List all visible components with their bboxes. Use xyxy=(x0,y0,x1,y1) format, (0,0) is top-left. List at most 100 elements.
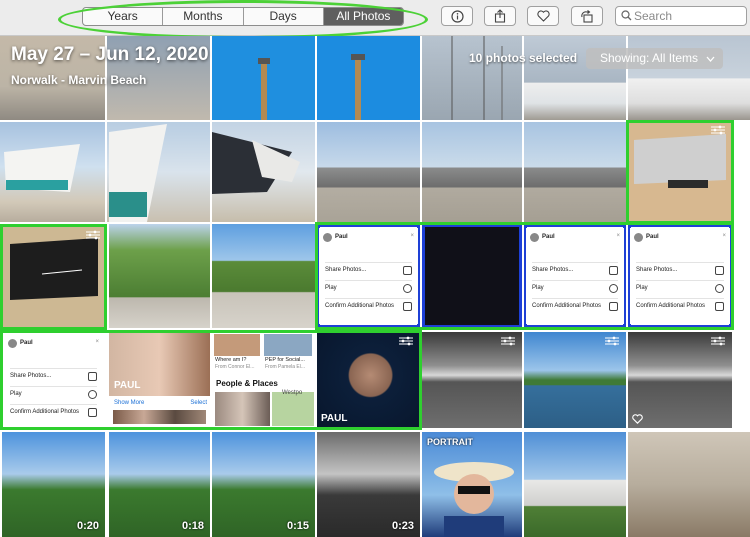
share-button[interactable] xyxy=(484,6,516,26)
photo-tile[interactable] xyxy=(107,122,210,222)
masts-photo xyxy=(451,36,503,120)
rotate-button[interactable] xyxy=(571,6,603,26)
share-icon xyxy=(609,266,618,275)
share-sheet: Paul × Share Photos... Play Confirm Addi… xyxy=(630,228,730,324)
photo-tile[interactable] xyxy=(628,122,732,222)
confirm-label[interactable]: Confirm Additional Photos xyxy=(10,409,79,415)
play-label[interactable]: Play xyxy=(10,391,22,397)
adjustments-icon xyxy=(711,336,725,346)
video-tile[interactable]: 0:18 xyxy=(109,432,210,537)
favorite-button[interactable] xyxy=(527,6,559,26)
photo-tile[interactable] xyxy=(524,332,626,428)
select-link[interactable]: Select xyxy=(190,400,207,406)
play-label[interactable]: Play xyxy=(325,285,337,291)
share-icon xyxy=(88,372,97,381)
photo-tile[interactable] xyxy=(524,432,626,537)
video-tile[interactable]: 0:15 xyxy=(212,432,315,537)
photo-tile[interactable] xyxy=(212,36,315,120)
confirm-label[interactable]: Confirm Additional Photos xyxy=(636,303,705,309)
share-photos-label[interactable]: Share Photos... xyxy=(532,267,573,273)
avatar xyxy=(323,232,332,242)
close-icon[interactable]: × xyxy=(410,233,414,239)
photo-tile[interactable] xyxy=(0,122,105,222)
boat-photo xyxy=(212,132,300,194)
play-icon xyxy=(715,284,724,293)
photo-tile[interactable] xyxy=(422,332,522,428)
people-card-tile[interactable]: Where am I? From Connor El... PEP for So… xyxy=(212,332,315,428)
segment-days[interactable]: Days xyxy=(242,8,323,25)
share-photos-label[interactable]: Share Photos... xyxy=(10,373,51,379)
photo-tile[interactable]: PAUL xyxy=(317,332,420,428)
segment-all-photos[interactable]: All Photos xyxy=(322,8,403,25)
close-icon[interactable]: × xyxy=(722,233,726,239)
play-label[interactable]: Play xyxy=(532,285,544,291)
photo-tile[interactable] xyxy=(212,224,315,328)
boat-photo xyxy=(4,144,80,192)
photo-tile[interactable] xyxy=(628,432,750,537)
showing-filter-button[interactable]: Showing: All Items xyxy=(586,48,723,69)
adjustments-icon xyxy=(605,336,619,346)
share-sheet-tile[interactable]: Paul × Share Photos... Play Confirm Addi… xyxy=(628,224,732,328)
location-subtitle: Norwalk - Marvin Beach xyxy=(11,73,147,87)
search-input[interactable] xyxy=(634,8,744,24)
segment-years[interactable]: Years xyxy=(83,8,162,25)
confirm-label[interactable]: Confirm Additional Photos xyxy=(325,303,394,309)
sheet-name: Paul xyxy=(335,234,348,240)
share-sheet: Paul × Share Photos... Play Confirm Addi… xyxy=(319,228,418,324)
video-tile[interactable]: 0:20 xyxy=(2,432,105,537)
rotate-icon xyxy=(581,9,593,23)
memory-title: PEP for Social... xyxy=(265,357,305,363)
show-more-link[interactable]: Show More xyxy=(114,400,144,406)
memory-from: From Pamela El... xyxy=(265,364,306,370)
share-sheet-tile[interactable]: Paul × Share Photos... Play Confirm Addi… xyxy=(317,224,420,328)
play-label[interactable]: Play xyxy=(636,285,648,291)
photo-tile[interactable] xyxy=(422,122,522,222)
view-segmented-control: Years Months Days All Photos xyxy=(82,7,404,26)
portrait-tile[interactable]: PORTRAIT xyxy=(422,432,522,537)
close-icon[interactable]: × xyxy=(95,339,99,345)
share-photos-label[interactable]: Share Photos... xyxy=(636,267,677,273)
close-icon[interactable]: × xyxy=(616,233,620,239)
portrait-label: PORTRAIT xyxy=(427,437,473,447)
selection-count: 10 photos selected xyxy=(469,51,578,65)
photo-grid: May 27 – Jun 12, 2020 Norwalk - Marvin B… xyxy=(0,36,750,537)
photo-tile[interactable] xyxy=(422,224,522,328)
photo-tile[interactable] xyxy=(422,36,522,120)
chevron-down-icon xyxy=(706,56,715,62)
face-card-tile[interactable]: PAUL Show More Select xyxy=(109,332,210,428)
showing-filter-label: Showing: All Items xyxy=(600,51,699,65)
photo-tile[interactable] xyxy=(109,224,210,328)
adjustments-icon xyxy=(711,125,725,135)
search-field[interactable] xyxy=(615,6,747,26)
tarp-photo xyxy=(634,134,726,188)
photo-tile[interactable] xyxy=(628,332,732,428)
search-icon xyxy=(621,10,632,21)
share-sheet-tile[interactable]: Paul × Share Photos... Play Confirm Addi… xyxy=(2,332,105,428)
heart-icon xyxy=(536,10,550,22)
share-sheet: Paul × Share Photos... Play Confirm Addi… xyxy=(526,228,624,324)
adjustments-icon xyxy=(399,336,413,346)
photos-icon xyxy=(715,302,724,311)
photo-tile[interactable] xyxy=(524,122,626,222)
photo-tile[interactable] xyxy=(2,226,105,328)
photo-tile[interactable] xyxy=(317,122,420,222)
sheet-name: Paul xyxy=(542,234,555,240)
photos-icon xyxy=(609,302,618,311)
date-range-title: May 27 – Jun 12, 2020 xyxy=(11,44,209,65)
confirm-label[interactable]: Confirm Additional Photos xyxy=(532,303,601,309)
segment-months[interactable]: Months xyxy=(162,8,242,25)
share-photos-label[interactable]: Share Photos... xyxy=(325,267,366,273)
share-sheet-tile[interactable]: Paul × Share Photos... Play Confirm Addi… xyxy=(524,224,626,328)
toolbar: Years Months Days All Photos xyxy=(0,0,750,39)
photo-tile[interactable] xyxy=(317,36,420,120)
avatar xyxy=(634,232,643,242)
video-duration: 0:15 xyxy=(286,520,309,532)
bag-photo xyxy=(10,238,98,300)
photo-tile[interactable] xyxy=(212,122,315,222)
adjustments-icon xyxy=(501,336,515,346)
avatar xyxy=(530,232,539,242)
avatar xyxy=(8,338,17,348)
face-label: PAUL xyxy=(321,413,348,424)
info-button[interactable] xyxy=(441,6,473,26)
video-tile[interactable]: 0:23 xyxy=(317,432,420,537)
